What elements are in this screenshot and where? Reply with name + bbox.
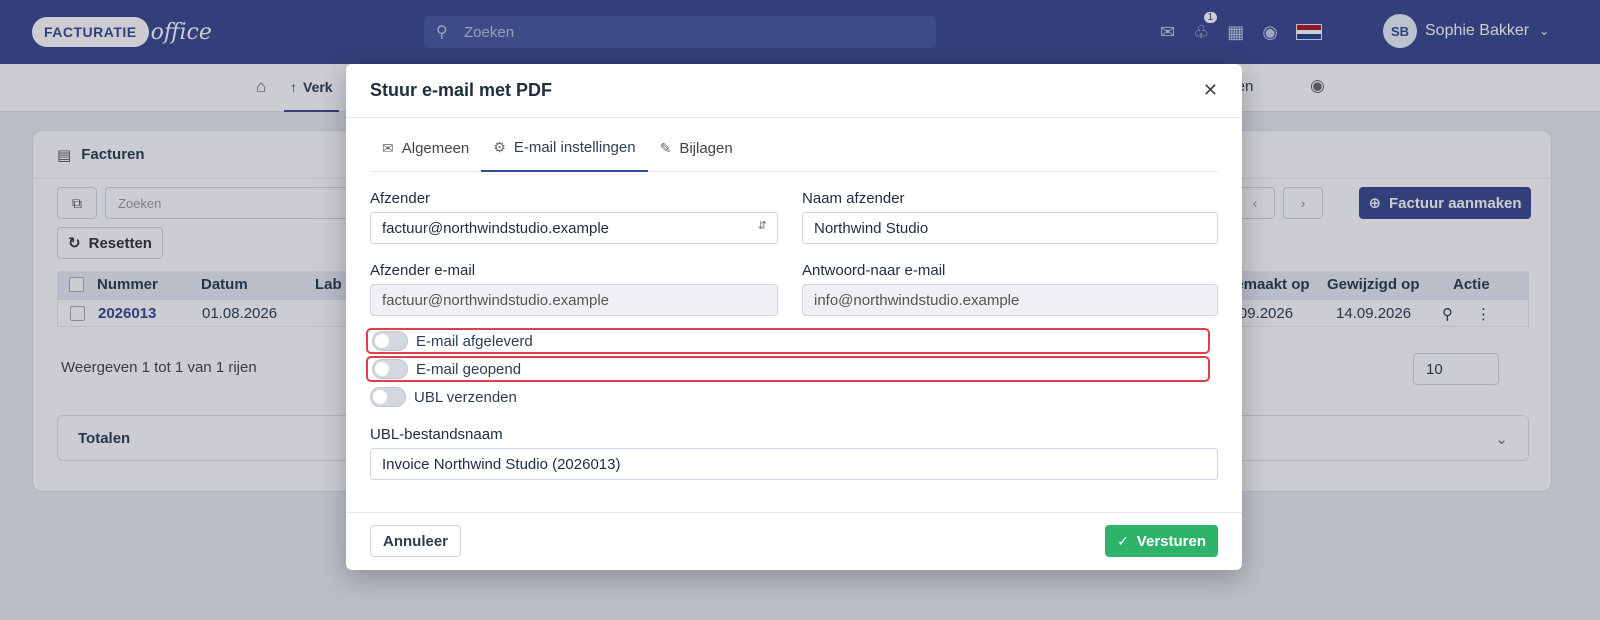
sender-email-field: factuur@northwindstudio.example xyxy=(370,284,778,316)
sender-select-value: factuur@northwindstudio.example xyxy=(382,220,610,237)
ubl-filename-field[interactable]: Invoice Northwind Studio (2026013) xyxy=(370,448,1218,480)
sender-email-label: Afzender e-mail xyxy=(370,262,476,279)
send-ubl-toggle[interactable] xyxy=(370,387,406,407)
ubl-filename-label: UBL-bestandsnaam xyxy=(370,426,503,443)
close-icon[interactable]: ✕ xyxy=(1203,80,1218,101)
cancel-label: Annuleer xyxy=(383,532,449,550)
tab-email-settings[interactable]: ⚙ E-mail instellingen xyxy=(481,134,648,172)
modal-header: Stuur e-mail met PDF ✕ xyxy=(346,64,1242,118)
tab-general-label: Algemeen xyxy=(401,139,470,157)
cancel-button[interactable]: Annuleer xyxy=(370,525,462,557)
toggle-row-email-opened[interactable]: E-mail geopend xyxy=(366,356,1210,382)
reply-to-label: Antwoord-naar e-mail xyxy=(802,262,946,279)
tab-attachments[interactable]: ✎ Bijlagen xyxy=(648,134,745,172)
send-ubl-label: UBL verzenden xyxy=(414,388,517,406)
send-label: Versturen xyxy=(1136,532,1206,550)
envelope-icon: ✉ xyxy=(382,139,394,156)
modal-title: Stuur e-mail met PDF xyxy=(370,80,553,100)
ubl-filename-value: Invoice Northwind Studio (2026013) xyxy=(382,456,621,473)
email-delivered-label: E-mail afgeleverd xyxy=(416,332,533,350)
send-button[interactable]: ✓ Versturen xyxy=(1105,525,1218,557)
sender-select[interactable]: factuur@northwindstudio.example ⇵ xyxy=(370,212,778,244)
paperclip-icon: ✎ xyxy=(659,139,672,156)
tab-email-settings-label: E-mail instellingen xyxy=(513,138,636,156)
tab-general[interactable]: ✉ Algemeen xyxy=(370,134,481,172)
sender-name-label: Naam afzender xyxy=(802,190,905,207)
reply-to-value: info@northwindstudio.example xyxy=(814,292,1020,309)
tab-attachments-label: Bijlagen xyxy=(679,139,733,157)
select-arrows-icon: ⇵ xyxy=(757,220,767,232)
check-circle-icon: ✓ xyxy=(1117,532,1129,549)
send-email-modal: Stuur e-mail met PDF ✕ ✉ Algemeen ⚙ E-ma… xyxy=(346,64,1242,570)
modal-tabs: ✉ Algemeen ⚙ E-mail instellingen ✎ Bijla… xyxy=(370,134,1218,172)
gear-icon: ⚙ xyxy=(493,138,506,155)
email-opened-toggle[interactable] xyxy=(372,359,408,379)
email-delivered-toggle[interactable] xyxy=(372,331,408,351)
sender-name-field[interactable]: Northwind Studio xyxy=(802,212,1218,244)
reply-to-field: info@northwindstudio.example xyxy=(802,284,1218,316)
sender-label: Afzender xyxy=(370,190,431,207)
sender-email-value: factuur@northwindstudio.example xyxy=(382,292,610,309)
email-opened-label: E-mail geopend xyxy=(416,360,522,378)
toggle-row-send-ubl[interactable]: UBL verzenden xyxy=(366,384,1210,410)
sender-name-value: Northwind Studio xyxy=(814,220,929,237)
modal-footer: Annuleer ✓ Versturen xyxy=(346,512,1242,570)
toggle-row-email-delivered[interactable]: E-mail afgeleverd xyxy=(366,328,1210,354)
